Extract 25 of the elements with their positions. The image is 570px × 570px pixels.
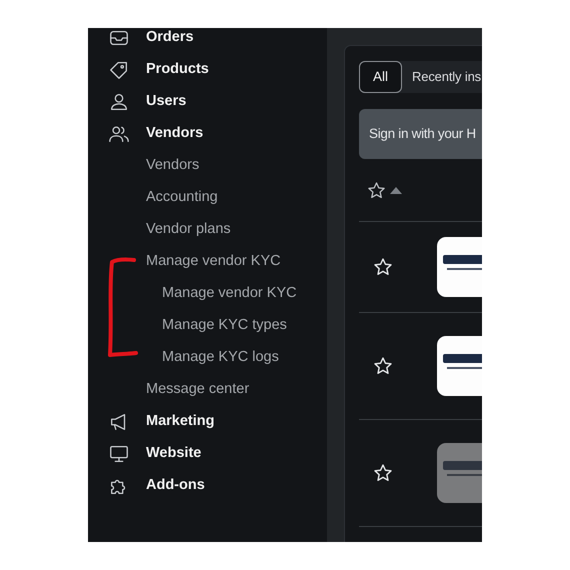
sidebar-item[interactable]: Accounting [88, 182, 327, 214]
sidebar-item[interactable]: Marketing [146, 411, 214, 433]
sidebar-item[interactable]: Message center [88, 374, 327, 406]
sidebar-item[interactable]: Manage vendor KYC [88, 246, 327, 278]
user-icon [108, 91, 130, 113]
tab[interactable]: Recently ins [402, 61, 482, 93]
sidebar-item[interactable]: Manage vendor KYC [88, 278, 327, 310]
tab[interactable]: All [359, 61, 402, 93]
sort-caret-icon[interactable] [390, 186, 402, 194]
sidebar-item[interactable]: Products [146, 59, 209, 81]
monitor-icon [108, 443, 130, 465]
star-icon[interactable] [373, 356, 393, 376]
sidebar-item[interactable]: Orders [146, 28, 194, 49]
tag-icon [108, 59, 130, 81]
sidebar-item[interactable]: Website [146, 443, 202, 465]
star-icon[interactable] [373, 257, 393, 277]
sidebar-item[interactable]: Manage KYC types [88, 310, 327, 342]
sidebar-item[interactable]: Add-ons [146, 475, 205, 497]
sidebar-item[interactable]: Users [146, 91, 186, 113]
sidebar-item[interactable]: Manage KYC logs [88, 342, 327, 374]
star-icon[interactable] [367, 180, 386, 200]
sign-in-alert: Sign in with your H [359, 109, 482, 159]
sidebar-item[interactable]: Vendors [146, 123, 204, 145]
sidebar-item[interactable]: Vendors [88, 150, 327, 182]
sidebar-item[interactable]: Vendor plans [88, 214, 327, 246]
